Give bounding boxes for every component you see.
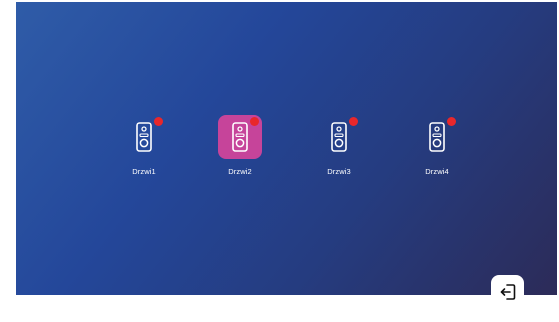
door-label: Drzwi4 <box>425 167 449 176</box>
door-tile[interactable] <box>122 115 166 159</box>
status-dot <box>154 117 163 126</box>
status-dot <box>250 117 259 126</box>
door-item-2[interactable]: Drzwi2 <box>210 115 270 195</box>
door-item-4[interactable]: Drzwi4 <box>407 115 467 195</box>
door-item-3[interactable]: Drzwi3 <box>309 115 369 195</box>
doorbell-icon <box>232 122 248 152</box>
door-label: Drzwi2 <box>228 167 252 176</box>
door-label: Drzwi1 <box>132 167 156 176</box>
exit-icon <box>500 283 515 300</box>
status-dot <box>349 117 358 126</box>
door-label: Drzwi3 <box>327 167 351 176</box>
status-dot <box>447 117 456 126</box>
doorbell-icon <box>331 122 347 152</box>
exit-button[interactable] <box>491 275 524 308</box>
doorbell-icon <box>429 122 445 152</box>
door-tile[interactable] <box>415 115 459 159</box>
doorbell-icon <box>136 122 152 152</box>
door-tile[interactable] <box>317 115 361 159</box>
door-tile-selected[interactable] <box>218 115 262 159</box>
door-select-screen: Drzwi1 Drzwi2 Drzwi3 Drzwi4 <box>16 2 557 295</box>
door-item-1[interactable]: Drzwi1 <box>114 115 174 195</box>
